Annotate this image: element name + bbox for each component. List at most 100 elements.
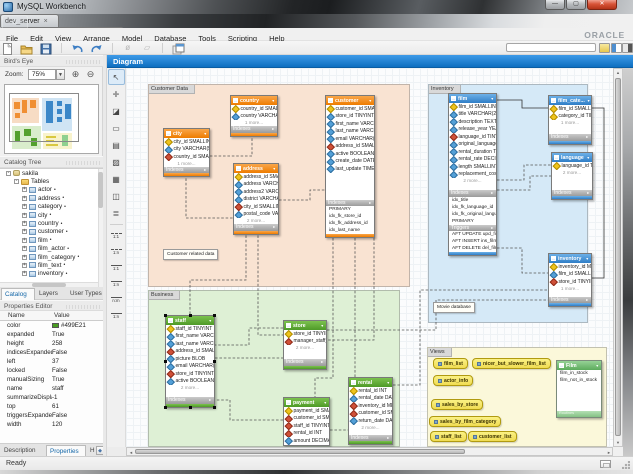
resize-grip[interactable] bbox=[622, 461, 630, 469]
rel-1-1-identifying[interactable]: 1:1 bbox=[108, 260, 124, 275]
section-expand-icon[interactable]: ► bbox=[321, 360, 324, 364]
table-expand-icon[interactable]: ▼ bbox=[324, 401, 327, 405]
table-header[interactable]: language▼ bbox=[552, 153, 592, 162]
open-model-icon[interactable] bbox=[20, 42, 33, 54]
tree-expander-icon[interactable]: - bbox=[6, 171, 11, 176]
tree-expander-icon[interactable]: + bbox=[22, 213, 27, 218]
selection-handle[interactable] bbox=[213, 360, 216, 363]
property-row-indicesExpanded[interactable]: indicesExpandedFalse bbox=[0, 348, 103, 357]
eraser-tool[interactable]: ◪ bbox=[108, 103, 125, 119]
tree-expander-icon[interactable]: + bbox=[22, 263, 27, 268]
rel-1-n-existing[interactable]: 1:n bbox=[108, 308, 124, 323]
section-expand-icon[interactable]: ► bbox=[387, 436, 390, 440]
toggle-sidebar-right-icon[interactable] bbox=[622, 43, 633, 53]
property-row-summarizeDisplay[interactable]: summarizeDisplay-1 bbox=[0, 393, 103, 402]
scroll-left-icon[interactable]: ◄ bbox=[127, 450, 135, 455]
save-model-icon[interactable] bbox=[40, 42, 53, 54]
property-row-expanded[interactable]: expandedTrue bbox=[0, 330, 103, 339]
table-figure-city[interactable]: city▼city_id SMALLINTcity VARCHAR(50)cou… bbox=[163, 128, 210, 177]
tree-expander-icon[interactable]: + bbox=[22, 271, 27, 276]
minimize-button[interactable]: — bbox=[545, 0, 565, 10]
hand-tool[interactable]: ✛ bbox=[108, 86, 125, 102]
table-figure-rental[interactable]: rental▼rental_id INTrental_date DATE...i… bbox=[348, 377, 393, 445]
section-expand-icon[interactable]: ► bbox=[586, 135, 589, 139]
section-expand-icon[interactable]: ► bbox=[491, 226, 494, 230]
tree-item-city[interactable]: +city• bbox=[0, 211, 103, 219]
table-expand-icon[interactable]: ▼ bbox=[321, 324, 324, 328]
view-tool[interactable]: ◫ bbox=[108, 188, 125, 204]
canvas-horizontal-scrollbar[interactable]: ◄ ► bbox=[126, 447, 613, 456]
canvas-vertical-scrollbar[interactable]: ▲ ▼ bbox=[613, 68, 623, 447]
property-row-triggersExpanded[interactable]: triggersExpandedFalse bbox=[0, 411, 103, 420]
table-expand-icon[interactable]: ▼ bbox=[587, 156, 590, 160]
maximize-button[interactable]: ▢ bbox=[566, 0, 586, 10]
view-sales_by_film_category[interactable]: sales_by_film_category bbox=[429, 416, 501, 427]
redo-icon[interactable] bbox=[90, 42, 103, 54]
property-row-color[interactable]: color#499E21 bbox=[0, 321, 103, 330]
property-row-name[interactable]: namestaff bbox=[0, 384, 103, 393]
table-expand-icon[interactable]: ▼ bbox=[272, 99, 275, 103]
tree-item-film_category[interactable]: +film_category• bbox=[0, 253, 103, 261]
table-figure-payment[interactable]: payment▼payment_id SMAL...customer_id SM… bbox=[283, 397, 330, 446]
table-expand-icon[interactable]: ▼ bbox=[587, 99, 590, 103]
scroll-right-icon[interactable]: ► bbox=[605, 450, 613, 455]
table-header[interactable]: film▼ bbox=[449, 94, 496, 103]
section-expand-icon[interactable]: ► bbox=[369, 201, 372, 205]
zoom-in-icon[interactable]: ⊕ bbox=[70, 69, 81, 80]
table-figure-customer[interactable]: customer▼customer_id SMALL...store_id TI… bbox=[325, 95, 375, 238]
table-expand-icon[interactable]: ▼ bbox=[273, 167, 276, 171]
tree-expander-icon[interactable]: + bbox=[22, 204, 27, 209]
zoom-select-arrow-icon[interactable]: ▼ bbox=[56, 69, 65, 80]
layer-tool[interactable]: ▭ bbox=[108, 120, 125, 136]
selection-handle[interactable] bbox=[213, 314, 216, 317]
view-actor_info[interactable]: actor_info bbox=[433, 375, 473, 386]
rel-1-1-non-identifying[interactable]: 1:1 bbox=[108, 228, 124, 243]
diagram-canvas[interactable]: Customer DataInventoryBusinessViewscount… bbox=[126, 68, 613, 447]
scroll-down-icon[interactable]: ▼ bbox=[614, 440, 622, 445]
scrollbar-thumb[interactable] bbox=[135, 449, 465, 454]
rel-1-n-non-identifying[interactable]: 1:n bbox=[108, 244, 124, 259]
table-figure-film[interactable]: film▼film_id SMALLINTtitle VARCHAR(255)d… bbox=[448, 93, 497, 256]
tree-item-actor[interactable]: +actor• bbox=[0, 186, 103, 194]
table-figure-inventory[interactable]: inventory▼inventory_id MEDI...film_id SM… bbox=[548, 253, 592, 307]
property-row-locked[interactable]: lockedFalse bbox=[0, 366, 103, 375]
table-header[interactable]: payment▼ bbox=[284, 398, 329, 407]
section-expand-icon[interactable]: ► bbox=[273, 225, 276, 229]
section-expand-icon[interactable]: ► bbox=[587, 191, 590, 195]
table-header[interactable]: store▼ bbox=[284, 321, 326, 330]
toggle-snap-icon[interactable]: ▱ bbox=[141, 42, 154, 54]
pointer-tool[interactable]: ↖ bbox=[108, 69, 125, 85]
zoom-select[interactable]: 75% bbox=[28, 69, 56, 80]
table-expand-icon[interactable]: ▼ bbox=[204, 132, 207, 136]
new-document-icon[interactable] bbox=[1, 42, 14, 54]
tree-item-country[interactable]: +country• bbox=[0, 219, 103, 227]
tree-expander-icon[interactable]: + bbox=[22, 238, 27, 243]
section-expand-icon[interactable]: ► bbox=[209, 398, 212, 402]
table-header[interactable]: inventory▼ bbox=[549, 254, 591, 263]
tree-item-film[interactable]: +film• bbox=[0, 236, 103, 244]
minimap-viewport[interactable] bbox=[9, 93, 79, 142]
tree-item-schema[interactable]: -sakila bbox=[0, 169, 103, 177]
image-tool[interactable]: ▨ bbox=[108, 154, 125, 170]
tree-expander-icon[interactable]: + bbox=[22, 246, 27, 251]
tab-layers[interactable]: Layers bbox=[36, 288, 66, 300]
tree-item-tables-folder[interactable]: -Tables bbox=[0, 177, 103, 185]
rel-1-n-identifying[interactable]: 1:n bbox=[108, 276, 124, 291]
table-figure-staff[interactable]: staff▼staff_id TINYINTfirst_name VARCH..… bbox=[165, 315, 215, 408]
selection-handle[interactable] bbox=[189, 314, 192, 317]
selection-handle[interactable] bbox=[213, 406, 216, 409]
property-row-left[interactable]: left37 bbox=[0, 357, 103, 366]
tree-item-film_actor[interactable]: +film_actor• bbox=[0, 245, 103, 253]
property-row-top[interactable]: top61 bbox=[0, 402, 103, 411]
tree-expander-icon[interactable]: + bbox=[22, 187, 27, 192]
tree-item-customer[interactable]: +customer• bbox=[0, 228, 103, 236]
zoom-out-icon[interactable]: ⊖ bbox=[85, 69, 96, 80]
table-header[interactable]: address▼ bbox=[234, 164, 278, 173]
routine-group-film[interactable]: Film▼film_in_stockfilm_not_in_stockRouti… bbox=[556, 360, 602, 418]
tree-item-address[interactable]: +address• bbox=[0, 194, 103, 202]
home-tab[interactable]: ⌂ bbox=[2, 15, 28, 28]
rel-n-m-identifying[interactable]: n:m bbox=[108, 292, 124, 307]
tree-expander-icon[interactable]: + bbox=[22, 255, 27, 260]
property-row-height[interactable]: height258 bbox=[0, 339, 103, 348]
section-expand-icon[interactable]: ► bbox=[204, 168, 207, 172]
